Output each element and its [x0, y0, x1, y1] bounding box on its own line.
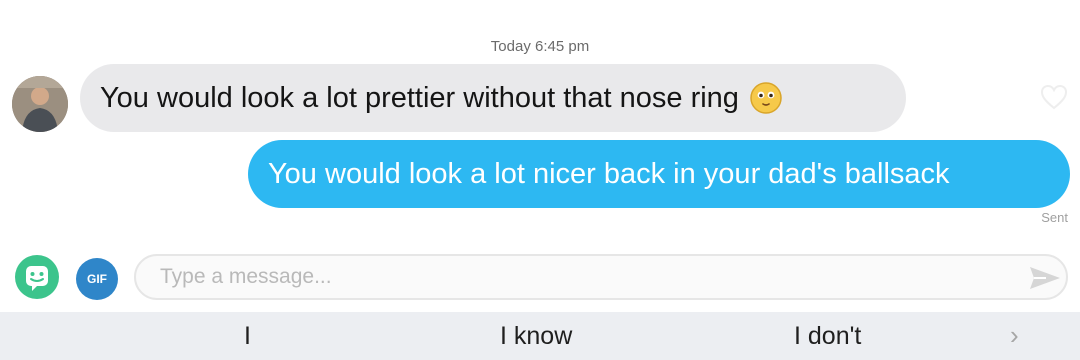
avatar-photo-icon [12, 76, 68, 132]
heart-icon[interactable] [1040, 84, 1068, 110]
incoming-message-bubble[interactable]: You would look a lot prettier without th… [80, 64, 906, 132]
suggestion-item[interactable]: I know [500, 322, 572, 351]
send-icon[interactable] [1028, 264, 1062, 292]
suggestion-item[interactable]: I don't [794, 322, 861, 351]
outgoing-message-bubble[interactable]: You would look a lot nicer back in your … [248, 140, 1070, 208]
keyboard-suggestion-bar: I I know I don't › [0, 312, 1080, 360]
message-composer: GIF [0, 240, 1080, 310]
sent-status: Sent [1041, 210, 1068, 225]
message-input[interactable] [134, 254, 1068, 300]
gif-button[interactable]: GIF [76, 258, 118, 300]
chevron-right-icon[interactable]: › [1010, 320, 1019, 351]
emoji-face-icon [750, 82, 782, 114]
sticker-icon[interactable] [14, 254, 60, 300]
suggestion-item[interactable]: I [244, 322, 251, 351]
outgoing-message-text: You would look a lot nicer back in your … [268, 157, 950, 190]
avatar[interactable] [12, 76, 68, 132]
message-timestamp: Today 6:45 pm [490, 38, 590, 55]
chat-screen: Today 6:45 pm You would look a lot prett… [0, 0, 1080, 360]
incoming-message-text: You would look a lot prettier without th… [100, 81, 739, 114]
